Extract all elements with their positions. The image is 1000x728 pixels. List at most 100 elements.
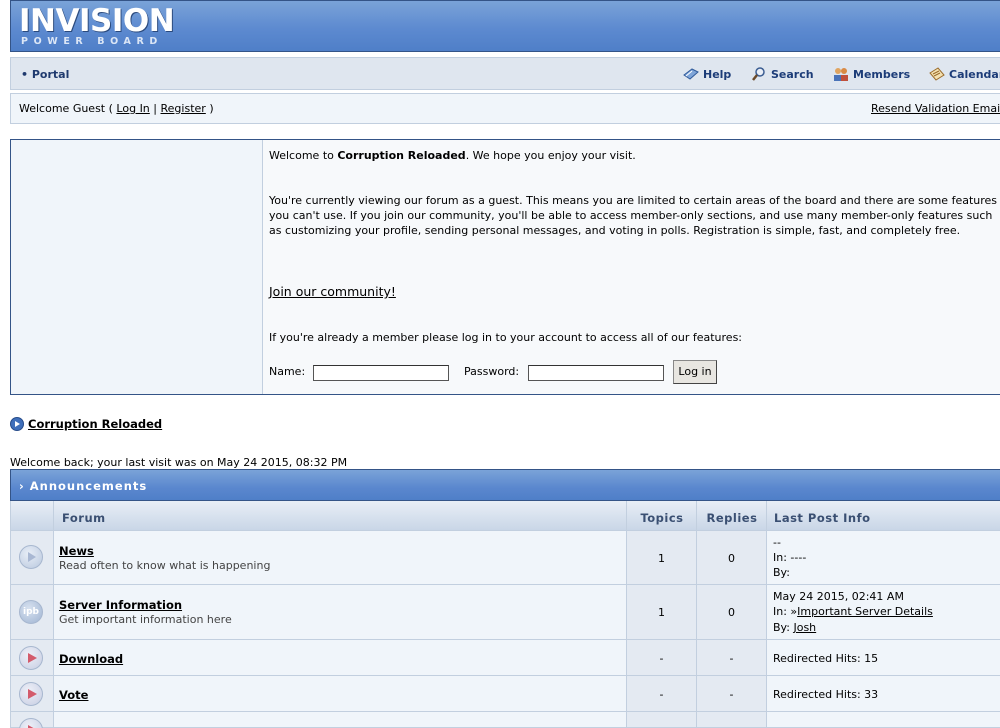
last-post-cell: -- In: ---- By: [767, 531, 1000, 585]
replies-count: - [729, 688, 734, 701]
forum-icon-cell [11, 531, 54, 585]
login-link[interactable]: Log In [116, 102, 149, 115]
header-forum-cell: Forum [54, 501, 627, 531]
forum-cell: Server Information Get important informa… [54, 585, 627, 640]
calendar-label[interactable]: Calendar [949, 68, 1000, 81]
breadcrumb: Corruption Reloaded [10, 417, 162, 431]
forum-cell [54, 712, 627, 728]
resend-validation-container: Resend Validation Email [871, 102, 1000, 115]
last-post-in-label: In: [773, 605, 791, 618]
portal-label[interactable]: Portal [32, 68, 70, 81]
topics-cell: 1 [627, 585, 697, 640]
header-forum: Forum [62, 511, 106, 525]
last-post-cell: May 24 2015, 02:41 AM In: »Important Ser… [767, 585, 1000, 640]
redirect-hits: Redirected Hits: 33 [773, 688, 879, 701]
nav-arrow-icon [10, 417, 24, 431]
breadcrumb-board-link[interactable]: Corruption Reloaded [28, 417, 162, 431]
welcome-suffix: ) [209, 102, 214, 115]
welcome-prefix: Welcome Guest ( [19, 102, 113, 115]
redirect-icon [19, 646, 43, 670]
members-label[interactable]: Members [853, 68, 910, 81]
replies-cell: - [697, 676, 767, 712]
password-label: Password: [464, 365, 520, 378]
search-icon [752, 67, 765, 81]
topics-cell: - [627, 640, 697, 676]
register-link[interactable]: Register [161, 102, 206, 115]
redirect-hits: Redirected Hits: 15 [773, 652, 879, 665]
guest-welcome-suffix: . We hope you enjoy your visit. [465, 149, 636, 162]
forum-title-link[interactable]: Vote [59, 688, 88, 702]
last-post-cell [767, 712, 1000, 728]
password-input[interactable] [528, 365, 664, 381]
last-post-by: By: Josh [773, 621, 816, 634]
header-banner: INVISION POWER BOARD [10, 0, 1000, 52]
table-row: ipb Server Information Get important inf… [10, 585, 1000, 640]
last-post-date: -- [773, 536, 781, 549]
guest-message-box: Welcome to Corruption Reloaded. We hope … [10, 139, 1000, 395]
last-post-by-label: By: [773, 621, 794, 634]
last-post-author-link[interactable]: Josh [793, 621, 816, 634]
search-link[interactable]: Search [751, 67, 814, 81]
forum-title-link[interactable]: News [59, 544, 94, 558]
forum-description: Read often to know what is happening [59, 559, 271, 572]
portal-link[interactable]: • Portal [21, 68, 69, 81]
header-last-cell: Last Post Info [767, 501, 1000, 531]
header-topics-cell: Topics [627, 501, 697, 531]
calendar-link[interactable]: Calendar [929, 67, 1000, 81]
logo-title[interactable]: INVISION [19, 3, 175, 39]
members-link[interactable]: Members [833, 67, 910, 81]
topics-count: 1 [658, 606, 665, 619]
forum-icon-cell [11, 676, 54, 712]
topics-count: - [659, 652, 664, 665]
replies-cell: 0 [697, 585, 767, 640]
forum-category: › Announcements Forum Topics Replies Las… [10, 469, 1000, 728]
guest-welcome: Welcome Guest ( Log In | Register ) [19, 102, 214, 115]
replies-count: - [729, 652, 734, 665]
board-name: Corruption Reloaded [337, 149, 466, 162]
calendar-icon [929, 67, 945, 81]
logo-subtitle: POWER BOARD [21, 36, 163, 47]
login-button[interactable]: Log in [673, 360, 717, 384]
category-header[interactable]: › Announcements [10, 469, 1000, 501]
name-input[interactable] [313, 365, 449, 381]
redirect-icon [19, 718, 43, 728]
replies-cell: 0 [697, 531, 767, 585]
members-icon [834, 68, 848, 81]
resend-validation-link[interactable]: Resend Validation Email [871, 102, 1000, 115]
category-title[interactable]: › Announcements [19, 479, 147, 493]
table-row: Vote - - Redirected Hits: 33 [10, 676, 1000, 712]
topics-count: 1 [658, 552, 665, 565]
replies-count: 0 [728, 606, 735, 619]
ipb-forum-icon: ipb [19, 600, 43, 624]
help-label[interactable]: Help [703, 68, 731, 81]
last-post-in: In: »Important Server Details [773, 605, 933, 618]
category-title-text[interactable]: Announcements [30, 479, 147, 493]
last-post-cell: Redirected Hits: 33 [767, 676, 1000, 712]
last-post-in: In: ---- [773, 551, 807, 564]
last-visit-text: Welcome back; your last visit was on May… [10, 456, 348, 469]
name-label: Name: [269, 365, 306, 378]
forum-title-link[interactable]: Server Information [59, 598, 182, 612]
topics-count: - [659, 688, 664, 701]
submenu-bar: • Portal Help Search Members Calendar [10, 57, 1000, 90]
guest-content: Welcome to Corruption Reloaded. We hope … [263, 140, 1000, 394]
table-header-row: Forum Topics Replies Last Post Info [10, 501, 1000, 531]
redirect-icon [19, 682, 43, 706]
forum-title-link[interactable]: Download [59, 652, 123, 666]
help-icon [683, 68, 699, 80]
help-link[interactable]: Help [683, 67, 731, 81]
replies-cell [697, 712, 767, 728]
last-post-topic-link[interactable]: Important Server Details [797, 605, 933, 618]
replies-count: 0 [728, 552, 735, 565]
header-icon-cell [11, 501, 54, 531]
forum-description: Get important information here [59, 613, 232, 626]
join-community-link[interactable]: Join our community! [269, 284, 396, 299]
join-container: Join our community! [269, 284, 999, 300]
topics-cell: - [627, 676, 697, 712]
forum-icon-cell: ipb [11, 585, 54, 640]
forum-read-icon [19, 545, 43, 569]
search-label[interactable]: Search [771, 68, 814, 81]
header-topics: Topics [640, 511, 684, 525]
table-row: News Read often to know what is happenin… [10, 531, 1000, 585]
guest-sidebar [11, 140, 263, 394]
